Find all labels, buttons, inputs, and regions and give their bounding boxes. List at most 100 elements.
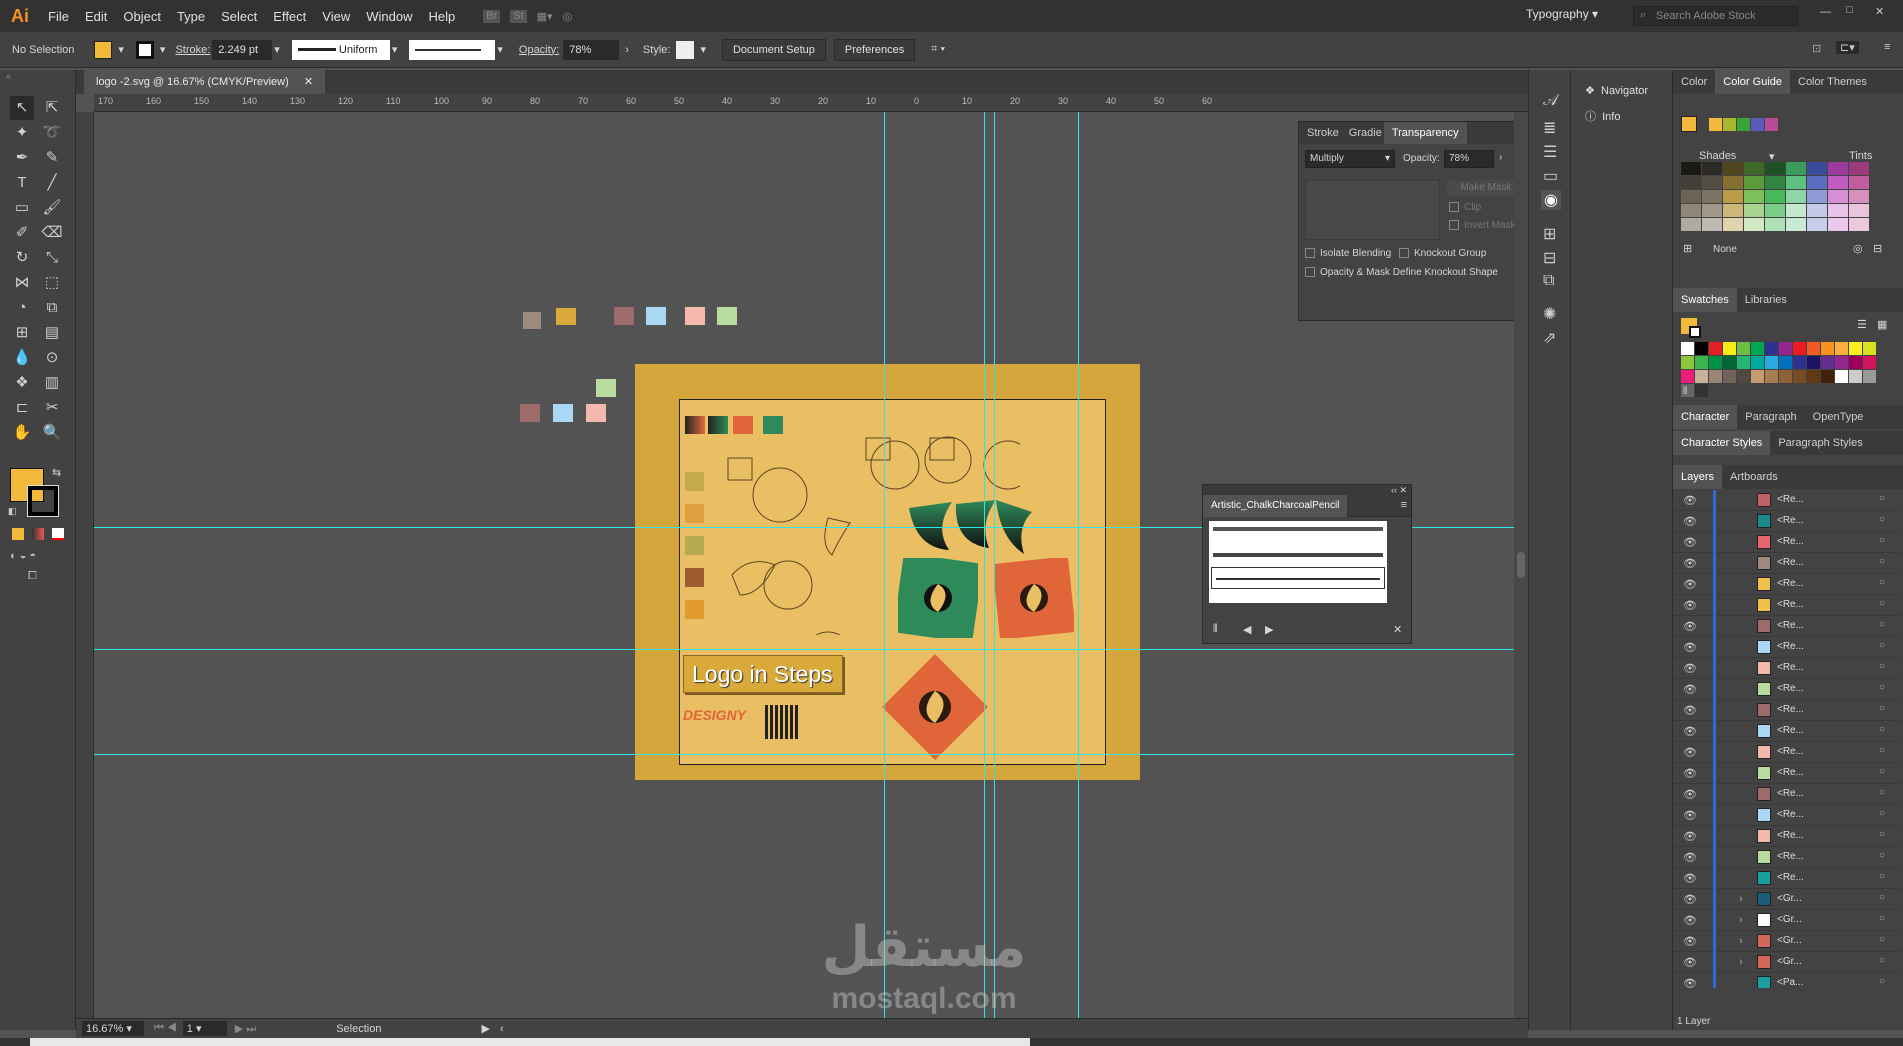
color-guide-cell[interactable] xyxy=(1849,218,1869,231)
shape-builder-tool-icon[interactable]: ◔ xyxy=(10,296,34,320)
horizontal-scroll-left[interactable]: ‹ xyxy=(500,1023,504,1035)
color-guide-cell[interactable] xyxy=(1744,162,1764,175)
layer-row[interactable]: 👁 <Re... ○ xyxy=(1673,490,1901,511)
layer-row[interactable]: 👁 <Re... ○ xyxy=(1673,553,1901,574)
align-options-icon[interactable]: ⌗ ▾ xyxy=(931,43,945,56)
pathfinder-panel-icon[interactable]: ⧉ xyxy=(1543,272,1554,290)
color-guide-cell[interactable] xyxy=(1765,218,1785,231)
swatch[interactable] xyxy=(1751,356,1764,369)
guide-vertical[interactable] xyxy=(984,112,985,1018)
tab-stroke[interactable]: Stroke xyxy=(1299,122,1347,144)
color-guide-cell[interactable] xyxy=(1828,190,1848,203)
screen-mode-icon[interactable]: ⧠ xyxy=(28,570,37,583)
swatch[interactable] xyxy=(1835,356,1848,369)
color-guide-cell[interactable] xyxy=(1807,190,1827,203)
stock-icon[interactable]: St xyxy=(510,9,527,23)
target-circle-icon[interactable]: ○ xyxy=(1879,514,1885,525)
color-guide-cell[interactable] xyxy=(1723,162,1743,175)
transform-panel-icon[interactable]: ⊞ xyxy=(1543,224,1556,244)
color-guide-cell[interactable] xyxy=(1702,162,1722,175)
tab-color[interactable]: Color xyxy=(1673,70,1715,94)
layer-row[interactable]: 👁 <Re... ○ xyxy=(1673,574,1901,595)
zoom-tool-icon[interactable]: 🔍 xyxy=(40,421,64,445)
color-guide-cell[interactable] xyxy=(1681,162,1701,175)
info-tab[interactable]: ⓘ Info xyxy=(1585,108,1620,124)
swatch[interactable] xyxy=(1793,356,1806,369)
target-circle-icon[interactable]: ○ xyxy=(1879,640,1885,651)
shaper-tool-icon[interactable]: ✐ xyxy=(10,221,34,245)
visibility-eye-icon[interactable]: 👁 xyxy=(1683,872,1697,885)
color-guide-cell[interactable] xyxy=(1849,204,1869,217)
color-chip[interactable] xyxy=(685,504,704,523)
loose-swatch[interactable] xyxy=(717,307,737,325)
swatch[interactable] xyxy=(1765,370,1778,383)
visibility-eye-icon[interactable]: 👁 xyxy=(1683,788,1697,801)
symbols-panel-icon[interactable]: ✺ xyxy=(1543,304,1556,324)
color-guide-cell[interactable] xyxy=(1807,162,1827,175)
menu-effect[interactable]: Effect xyxy=(265,9,314,24)
zoom-level-select[interactable]: 16.67% ▾ xyxy=(82,1021,144,1036)
mesh-tool-icon[interactable]: ⊞ xyxy=(10,321,34,345)
brush-stroke-selected[interactable] xyxy=(1211,567,1385,589)
color-guide-cell[interactable] xyxy=(1807,218,1827,231)
vertical-scrollbar[interactable] xyxy=(1514,112,1528,1018)
swatch[interactable] xyxy=(1821,356,1834,369)
color-guide-cell[interactable] xyxy=(1681,204,1701,217)
curvature-tool-icon[interactable]: ✎ xyxy=(40,146,64,170)
artboard-tool-icon[interactable]: ⊏ xyxy=(10,396,34,420)
swatch[interactable] xyxy=(1821,342,1834,355)
swatch[interactable] xyxy=(1695,384,1708,397)
document-setup-button[interactable]: Document Setup xyxy=(721,38,826,61)
stroke-color-swatch[interactable] xyxy=(27,485,59,517)
brush-list[interactable] xyxy=(1209,521,1387,603)
tab-artboards[interactable]: Artboards xyxy=(1722,465,1786,489)
base-color-swatch[interactable] xyxy=(1681,116,1697,132)
next-library-icon[interactable]: ▶ xyxy=(1265,623,1273,636)
workspace-switcher[interactable]: Typography ▾ xyxy=(1526,7,1598,21)
tab-gradient[interactable]: Gradie xyxy=(1347,122,1384,144)
arrange-icon[interactable]: ▦▾ xyxy=(537,10,553,23)
visibility-eye-icon[interactable]: 👁 xyxy=(1683,515,1697,528)
tab-transparency[interactable]: Transparency xyxy=(1383,122,1467,144)
knockout-group-checkbox[interactable]: Knockout Group xyxy=(1399,248,1486,259)
swatch[interactable] xyxy=(1765,356,1778,369)
menu-file[interactable]: File xyxy=(40,9,77,24)
type-tool-icon[interactable]: T xyxy=(10,171,34,195)
loose-swatch[interactable] xyxy=(646,307,666,325)
visibility-eye-icon[interactable]: 👁 xyxy=(1683,746,1697,759)
layer-row[interactable]: 👁 › <Gr... ○ xyxy=(1673,952,1901,973)
swatch-libraries-menu-icon[interactable]: ⫴ xyxy=(1683,386,1687,397)
swatch[interactable] xyxy=(1793,370,1806,383)
color-guide-cell[interactable] xyxy=(1786,190,1806,203)
opacity-input[interactable]: 78% xyxy=(563,39,620,60)
target-circle-icon[interactable]: ○ xyxy=(1879,787,1885,798)
color-chip[interactable] xyxy=(685,536,704,555)
color-guide-cell[interactable] xyxy=(1681,176,1701,189)
stroke-profile-select[interactable]: Uniform xyxy=(291,39,390,60)
minimize-button[interactable]: — xyxy=(1820,6,1831,18)
tab-paragraph-styles[interactable]: Paragraph Styles xyxy=(1770,431,1870,455)
target-circle-icon[interactable]: ○ xyxy=(1879,619,1885,630)
color-chip[interactable] xyxy=(685,472,704,491)
target-circle-icon[interactable]: ○ xyxy=(1879,598,1885,609)
color-guide-cell[interactable] xyxy=(1681,218,1701,231)
remove-brush-icon[interactable]: ✕ xyxy=(1393,623,1402,636)
visibility-eye-icon[interactable]: 👁 xyxy=(1683,767,1697,780)
loose-swatch[interactable] xyxy=(596,379,616,397)
target-circle-icon[interactable]: ○ xyxy=(1879,871,1885,882)
swatch[interactable] xyxy=(1793,342,1806,355)
brush-definition-select[interactable] xyxy=(409,39,496,60)
swatch[interactable] xyxy=(1723,342,1736,355)
swatch[interactable] xyxy=(1723,370,1736,383)
loose-swatch[interactable] xyxy=(520,404,540,422)
visibility-eye-icon[interactable]: 👁 xyxy=(1683,851,1697,864)
menu-object[interactable]: Object xyxy=(115,9,169,24)
loose-swatch[interactable] xyxy=(614,307,634,325)
color-guide-cell[interactable] xyxy=(1702,204,1722,217)
target-circle-icon[interactable]: ○ xyxy=(1879,766,1885,777)
target-circle-icon[interactable]: ○ xyxy=(1879,493,1885,504)
color-guide-cell[interactable] xyxy=(1723,218,1743,231)
brush-library-tab[interactable]: Artistic_ChalkCharcoalPencil xyxy=(1203,495,1348,517)
swatch[interactable] xyxy=(1751,342,1764,355)
color-guide-cell[interactable] xyxy=(1744,218,1764,231)
